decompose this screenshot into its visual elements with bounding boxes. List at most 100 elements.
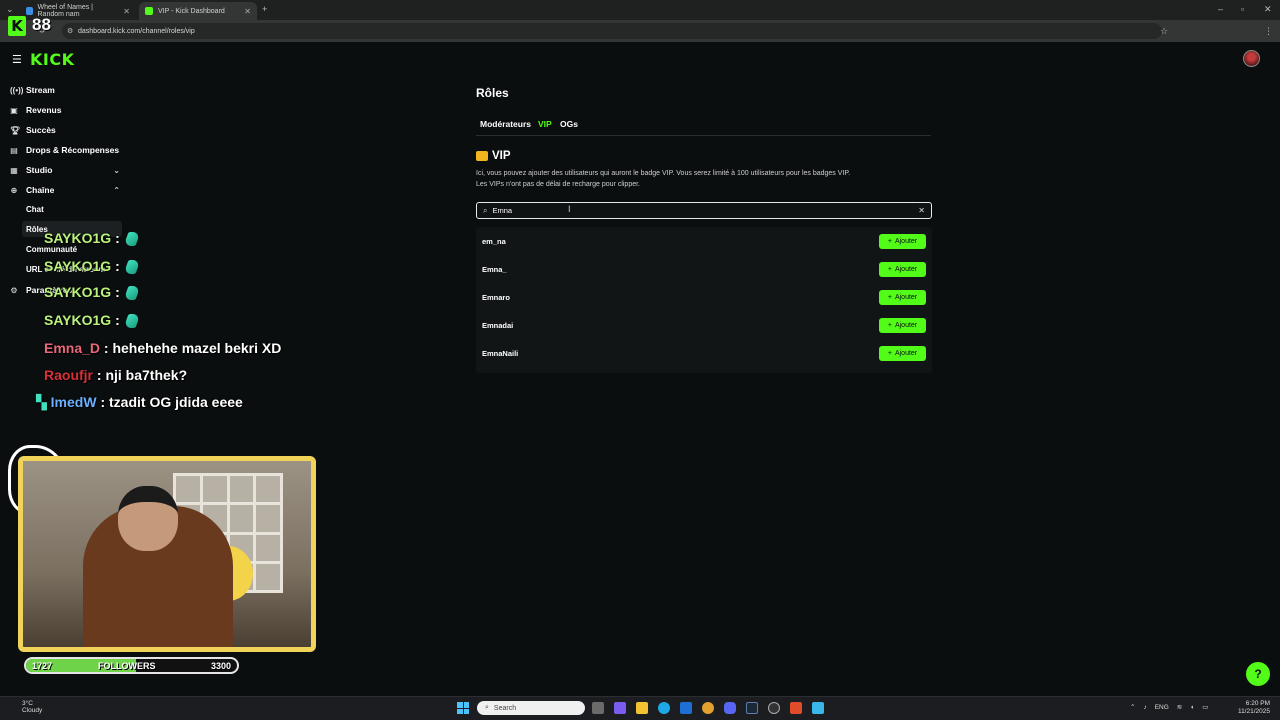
chat-message: : hehehehe mazel bekri XD: [103, 340, 282, 356]
weather-temp: 3°C: [22, 700, 33, 707]
wifi-icon[interactable]: ≋: [1177, 703, 1182, 711]
system-tray: ⌃ ♪ ENG ≋ ◖ ▭: [1130, 703, 1208, 712]
chat-message: : nji ba7thek?: [96, 367, 188, 383]
list-item: EmnaNaili + Ajouter: [476, 339, 932, 367]
sidebar-item-label: Revenus: [26, 105, 62, 115]
kick-header: [0, 42, 1280, 76]
help-chat-button[interactable]: ?: [1246, 662, 1270, 686]
mail-app-icon[interactable]: [680, 702, 692, 714]
avatar[interactable]: [1243, 50, 1260, 67]
section-title: VIP: [492, 150, 511, 162]
result-username: Emna_: [482, 264, 507, 274]
sidebar-item-stream[interactable]: ((•)) Stream: [10, 85, 120, 95]
user-search-input[interactable]: ⌕ Emna ✕: [476, 202, 932, 219]
hamburger-menu-icon[interactable]: ☰: [12, 53, 22, 66]
tabs-divider: [476, 135, 931, 136]
search-icon: ⌕: [483, 205, 488, 215]
teams-app-icon[interactable]: [614, 702, 626, 714]
plus-icon: +: [887, 293, 892, 301]
new-tab-icon[interactable]: +: [262, 4, 267, 14]
chat-username: Emna_D: [44, 340, 101, 356]
sidebar-item-label: Stream: [26, 85, 55, 95]
crown-icon: [476, 151, 488, 161]
tab-moderateurs[interactable]: Modérateurs: [480, 119, 531, 129]
overlay-chat-line: Emna_D : hehehehe mazel bekri XD: [44, 340, 281, 356]
feather-emote-icon: [123, 286, 141, 301]
microphone-icon[interactable]: ♪: [1143, 704, 1146, 711]
brave-browser-icon[interactable]: [790, 702, 802, 714]
discord-app-icon[interactable]: [724, 702, 736, 714]
search-icon: ⌕: [485, 704, 489, 711]
notepad-app-icon[interactable]: [812, 702, 824, 714]
tab-vip[interactable]: VIP: [538, 119, 552, 129]
browser-menu-icon[interactable]: ⋮: [1264, 26, 1273, 37]
sidebar-item-chaine[interactable]: ⊕ Chaîne ⌃: [10, 185, 120, 195]
kick-logo[interactable]: KICK: [30, 50, 75, 69]
feather-emote-icon: [123, 232, 141, 247]
text-cursor-icon: I: [568, 204, 571, 214]
sidebar-item-revenus[interactable]: ▣ Revenus: [10, 105, 120, 115]
add-vip-button[interactable]: + Ajouter: [879, 261, 926, 277]
sidebar-item-label: Chaîne: [26, 185, 55, 195]
url-text: dashboard.kick.com/channel/roles/vip: [78, 27, 195, 35]
add-vip-button[interactable]: + Ajouter: [879, 317, 926, 333]
clear-icon[interactable]: ✕: [918, 206, 925, 215]
revenue-icon: ▣: [10, 105, 18, 115]
overlay-chat-line: Raoufjr : nji ba7thek?: [44, 367, 187, 383]
followers-current: 1727: [32, 660, 53, 671]
volume-icon[interactable]: ◖: [1190, 704, 1194, 711]
tab-vip-kick-dashboard[interactable]: VIP - Kick Dashboard ✕: [139, 2, 257, 20]
url-field[interactable]: ⚙ dashboard.kick.com/channel/roles/vip: [62, 23, 1162, 39]
site-info-icon[interactable]: ⚙: [67, 27, 73, 35]
chat-username: Raoufjr: [44, 367, 93, 383]
weather-widget[interactable]: 3°C Cloudy: [8, 700, 42, 714]
feather-emote-icon: [123, 260, 141, 275]
window-close-icon[interactable]: ✕: [1264, 4, 1272, 15]
sidebar-item-drops[interactable]: ▤ Drops & Récompenses: [10, 145, 120, 155]
maximize-icon[interactable]: ▫: [1241, 4, 1244, 14]
kick-k-icon: K: [8, 16, 26, 36]
sidebar-item-label: Succès: [26, 125, 56, 135]
close-icon[interactable]: ✕: [123, 7, 130, 16]
chat-username: SAYKO1G: [44, 284, 112, 300]
tab-menu-icon[interactable]: ⌄: [6, 4, 14, 15]
stream-icon: ((•)): [10, 85, 24, 95]
page-title: Rôles: [476, 86, 509, 100]
list-item: Emna_ + Ajouter: [476, 255, 932, 283]
language-indicator[interactable]: ENG: [1155, 704, 1169, 711]
plus-icon: +: [887, 237, 892, 245]
plus-icon: +: [887, 321, 892, 329]
edge-browser-icon[interactable]: [658, 702, 670, 714]
sidebar-subitem-communaute[interactable]: Communauté: [26, 245, 77, 254]
add-vip-button[interactable]: + Ajouter: [879, 289, 926, 305]
tab-ogs[interactable]: OGs: [560, 119, 578, 129]
search-value: Emna: [492, 206, 513, 215]
result-username: Emnaro: [482, 292, 510, 302]
system-clock[interactable]: 6:20 PM 11/21/2025: [1236, 700, 1270, 716]
windows-start-icon[interactable]: [457, 702, 469, 714]
vip-description: Ici, vous pouvez ajouter des utilisateur…: [476, 170, 851, 177]
taskbar-search-input[interactable]: ⌕ Search: [477, 701, 585, 715]
task-view-icon[interactable]: [592, 702, 604, 714]
chrome-browser-icon[interactable]: [702, 702, 714, 714]
overlay-chat-line: SAYKO1G :: [44, 312, 141, 329]
followers-goal: 3300: [210, 660, 231, 671]
sidebar-item-succes[interactable]: 🏆︎ Succès: [10, 125, 120, 135]
sidebar-subitem-chat[interactable]: Chat: [26, 205, 44, 214]
bookmark-star-icon[interactable]: ☆: [1160, 26, 1168, 37]
steam-app-icon[interactable]: [746, 702, 758, 714]
add-vip-button[interactable]: + Ajouter: [879, 233, 926, 249]
result-username: em_na: [482, 236, 506, 246]
battery-icon[interactable]: ▭: [1202, 703, 1208, 711]
add-vip-button[interactable]: + Ajouter: [879, 345, 926, 361]
chat-message: : tzadit OG jdida eeee: [100, 394, 243, 410]
vip-description-cooldown: Les VIPs n'ont pas de délai de recharge …: [476, 181, 640, 188]
file-explorer-icon[interactable]: [636, 702, 648, 714]
close-icon[interactable]: ✕: [244, 7, 251, 16]
wheel-favicon-icon: [26, 7, 33, 15]
minimize-icon[interactable]: –: [1218, 4, 1223, 14]
sidebar-item-studio[interactable]: ▦ Studio ⌄: [10, 165, 120, 175]
chevron-up-icon[interactable]: ⌃: [1130, 703, 1135, 711]
chat-username: SAYKO1G: [44, 312, 112, 328]
obs-app-icon[interactable]: [768, 702, 780, 714]
